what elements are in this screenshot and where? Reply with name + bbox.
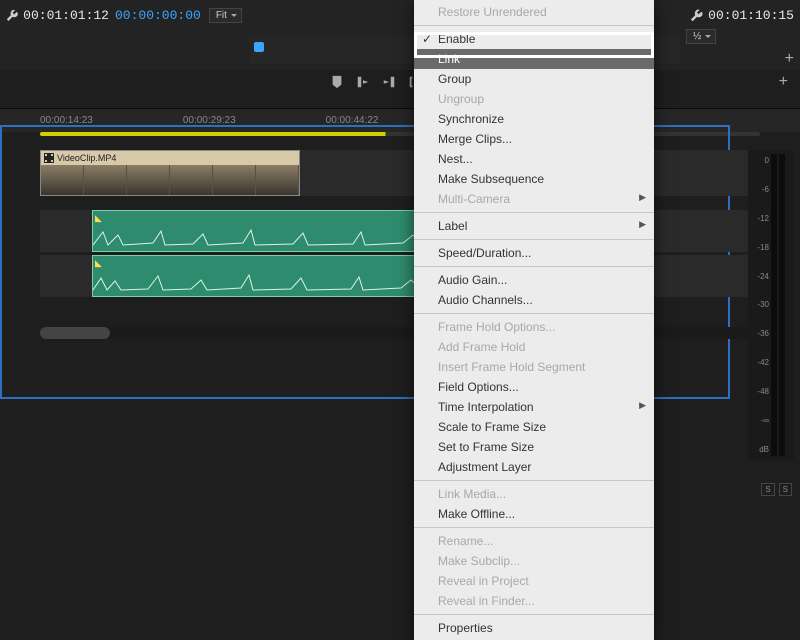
meter-scale: 0-6-12-18-24-30-36-42-48-∞dB <box>751 154 769 456</box>
menu-merge-clips[interactable]: Merge Clips... <box>414 129 654 149</box>
playhead-icon[interactable] <box>254 42 264 52</box>
film-icon <box>44 153 54 163</box>
menu-multicamera: Multi-Camera <box>414 189 654 209</box>
menu-group[interactable]: Group <box>414 69 654 89</box>
menu-properties[interactable]: Properties <box>414 618 654 638</box>
menu-link-media: Link Media... <box>414 484 654 504</box>
menu-frame-hold-options: Frame Hold Options... <box>414 317 654 337</box>
menu-scale-to-frame-size[interactable]: Scale to Frame Size <box>414 417 654 437</box>
menu-link[interactable]: Link <box>414 49 654 69</box>
out-icon[interactable] <box>382 75 396 89</box>
menu-label[interactable]: Label <box>414 216 654 236</box>
menu-restore-unrendered: Restore Unrendered <box>414 2 654 22</box>
source-timecode: 00:01:01:12 <box>23 8 109 23</box>
menu-synchronize[interactable]: Synchronize <box>414 109 654 129</box>
waveform-icon <box>93 227 423 247</box>
menu-audio-channels[interactable]: Audio Channels... <box>414 290 654 310</box>
menu-reveal-in-finder: Reveal in Finder... <box>414 591 654 611</box>
program-timecode: 00:01:10:15 <box>708 8 794 23</box>
solo-button[interactable]: S <box>779 483 792 496</box>
menu-time-interpolation[interactable]: Time Interpolation <box>414 397 654 417</box>
audio-clip-1[interactable]: ◣ <box>92 210 422 252</box>
menu-add-frame-hold: Add Frame Hold <box>414 337 654 357</box>
menu-speed-duration[interactable]: Speed/Duration... <box>414 243 654 263</box>
meter-solo-buttons: S S <box>761 483 792 496</box>
fit-dropdown[interactable]: Fit <box>209 8 242 23</box>
menu-make-subclip: Make Subclip... <box>414 551 654 571</box>
program-panel: 00:01:10:15 ½ + <box>680 0 800 70</box>
source-panel: 00:01:01:12 <box>0 0 115 70</box>
context-menu: Restore Unrendered Enable Link Group Ung… <box>414 0 654 640</box>
audio-meters: 0-6-12-18-24-30-36-42-48-∞dB <box>748 150 794 460</box>
menu-adjustment-layer[interactable]: Adjustment Layer <box>414 457 654 477</box>
clip-thumbnails <box>41 165 299 195</box>
meter-bar-left <box>771 154 777 456</box>
menu-enable[interactable]: Enable <box>414 29 654 49</box>
sequence-timecode[interactable]: 00:00:00:00 <box>115 8 201 23</box>
add-button[interactable]: + <box>785 50 794 68</box>
menu-nest[interactable]: Nest... <box>414 149 654 169</box>
marker-icon[interactable] <box>330 75 344 89</box>
menu-make-subsequence[interactable]: Make Subsequence <box>414 169 654 189</box>
clip-label: VideoClip.MP4 <box>57 153 116 163</box>
toolbar-icons <box>330 75 422 89</box>
audio-clip-2[interactable]: ◣ <box>92 255 422 297</box>
ruler-mark: 00:00:29:23 <box>183 115 236 126</box>
ruler-mark: 00:00:14:23 <box>40 115 93 126</box>
waveform-icon <box>93 272 423 292</box>
scrollbar-thumb[interactable] <box>40 327 110 339</box>
video-clip[interactable]: VideoClip.MP4 <box>40 150 300 196</box>
menu-insert-frame-hold-segment: Insert Frame Hold Segment <box>414 357 654 377</box>
menu-ungroup: Ungroup <box>414 89 654 109</box>
clip-edge-icon: ◣ <box>95 213 102 224</box>
ruler-mark: 00:00:44:22 <box>326 115 379 126</box>
menu-set-to-frame-size[interactable]: Set to Frame Size <box>414 437 654 457</box>
top-bar: 00:01:01:12 00:00:00:00 Fit 00:01:10:15 … <box>0 0 800 70</box>
tracks-area: VideoClip.MP4 ◣ ◣ <box>0 134 800 297</box>
menu-audio-gain[interactable]: Audio Gain... <box>414 270 654 290</box>
solo-button[interactable]: S <box>761 483 774 496</box>
timeline-ruler[interactable]: 00:00:14:23 00:00:29:23 00:00:44:22 <box>0 108 800 132</box>
wrench-icon[interactable] <box>690 9 704 23</box>
meter-bar-right <box>779 154 785 456</box>
fit-dropdown-program[interactable]: ½ <box>686 29 716 44</box>
menu-field-options[interactable]: Field Options... <box>414 377 654 397</box>
clip-edge-icon: ◣ <box>95 258 102 269</box>
add-button-2[interactable]: + <box>779 73 788 91</box>
in-icon[interactable] <box>356 75 370 89</box>
menu-reveal-in-project: Reveal in Project <box>414 571 654 591</box>
menu-rename: Rename... <box>414 531 654 551</box>
menu-make-offline[interactable]: Make Offline... <box>414 504 654 524</box>
wrench-icon[interactable] <box>6 9 19 23</box>
